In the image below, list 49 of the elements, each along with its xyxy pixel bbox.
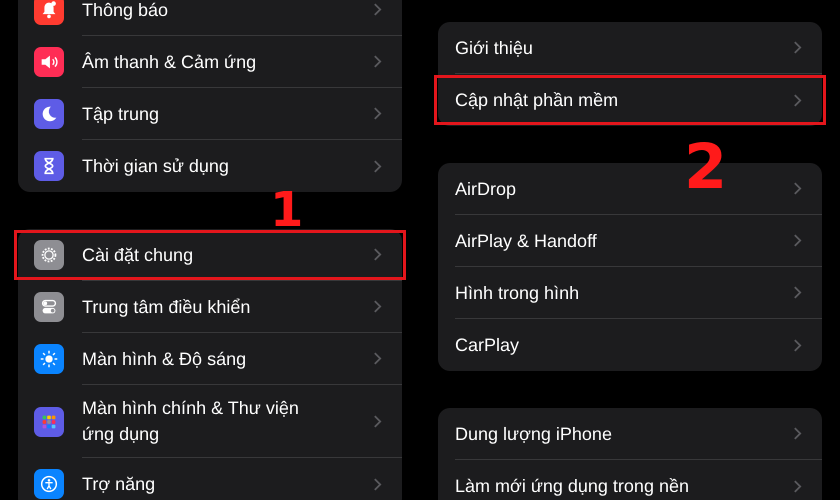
row-label: Thông báo <box>82 0 168 22</box>
chevron-icon <box>373 414 382 428</box>
row-label: Dung lượng iPhone <box>455 422 612 446</box>
row-label: AirPlay & Handoff <box>455 230 597 253</box>
settings-row[interactable]: Thông báo <box>18 0 402 36</box>
settings-row[interactable]: Trung tâm điều khiển <box>18 281 402 333</box>
row-label: Giới thiệu <box>455 36 533 60</box>
row-label: Màn hình & Độ sáng <box>82 348 246 371</box>
row-label: AirDrop <box>455 178 516 201</box>
chevron-icon <box>793 181 802 196</box>
chevron-icon <box>793 338 802 352</box>
settings-row[interactable]: Làm mới ứng dụng trong nền <box>438 460 822 500</box>
row-label: Hình trong hình <box>455 282 580 305</box>
row-label: Tập trung <box>82 102 160 126</box>
row-label: CarPlay <box>455 334 520 357</box>
chevron-icon <box>373 2 382 17</box>
chevron-icon <box>373 158 382 174</box>
row-label: Cập nhật phần mềm <box>455 89 618 112</box>
settings-row[interactable]: CarPlay <box>438 319 822 371</box>
settings-row[interactable]: Màn hình & Độ sáng <box>18 333 402 385</box>
chevron-icon <box>373 247 382 262</box>
row-label: Thời gian sử dụng <box>82 155 229 178</box>
chevron-icon <box>793 426 802 441</box>
settings-row[interactable]: Màn hình chính & Thư viện ứng dụng <box>18 385 402 458</box>
settings-row[interactable]: Cập nhật phần mềm <box>438 74 822 126</box>
step-number: 2 <box>684 136 728 198</box>
settings-row[interactable]: Âm thanh & Cảm ứng <box>18 36 402 88</box>
chevron-icon <box>793 40 802 55</box>
settings-row[interactable]: AirPlay & Handoff <box>438 215 822 267</box>
settings-row[interactable]: Dung lượng iPhone <box>438 408 822 460</box>
chevron-icon <box>373 106 382 121</box>
row-label: Trợ năng <box>82 473 156 496</box>
chevron-icon <box>793 233 802 248</box>
row-label: Âm thanh & Cảm ứng <box>82 50 256 74</box>
chevron-icon <box>373 54 382 69</box>
chevron-icon <box>373 476 382 492</box>
chevron-icon <box>373 351 382 366</box>
settings-row[interactable]: Tập trung <box>18 88 402 140</box>
chevron-icon <box>373 299 382 314</box>
row-label: Màn hình chính & Thư viện ứng dụng <box>82 397 300 446</box>
chevron-icon <box>793 285 802 300</box>
row-label: Cài đặt chung <box>82 244 194 267</box>
chevron-icon <box>793 92 802 108</box>
row-label: Làm mới ứng dụng trong nền <box>455 475 689 498</box>
settings-row[interactable]: Trợ năng <box>18 458 402 500</box>
row-label: Trung tâm điều khiển <box>82 296 250 319</box>
settings-row[interactable]: Giới thiệu <box>438 22 822 74</box>
settings-row[interactable]: Hình trong hình <box>438 267 822 319</box>
chevron-icon <box>793 478 802 494</box>
